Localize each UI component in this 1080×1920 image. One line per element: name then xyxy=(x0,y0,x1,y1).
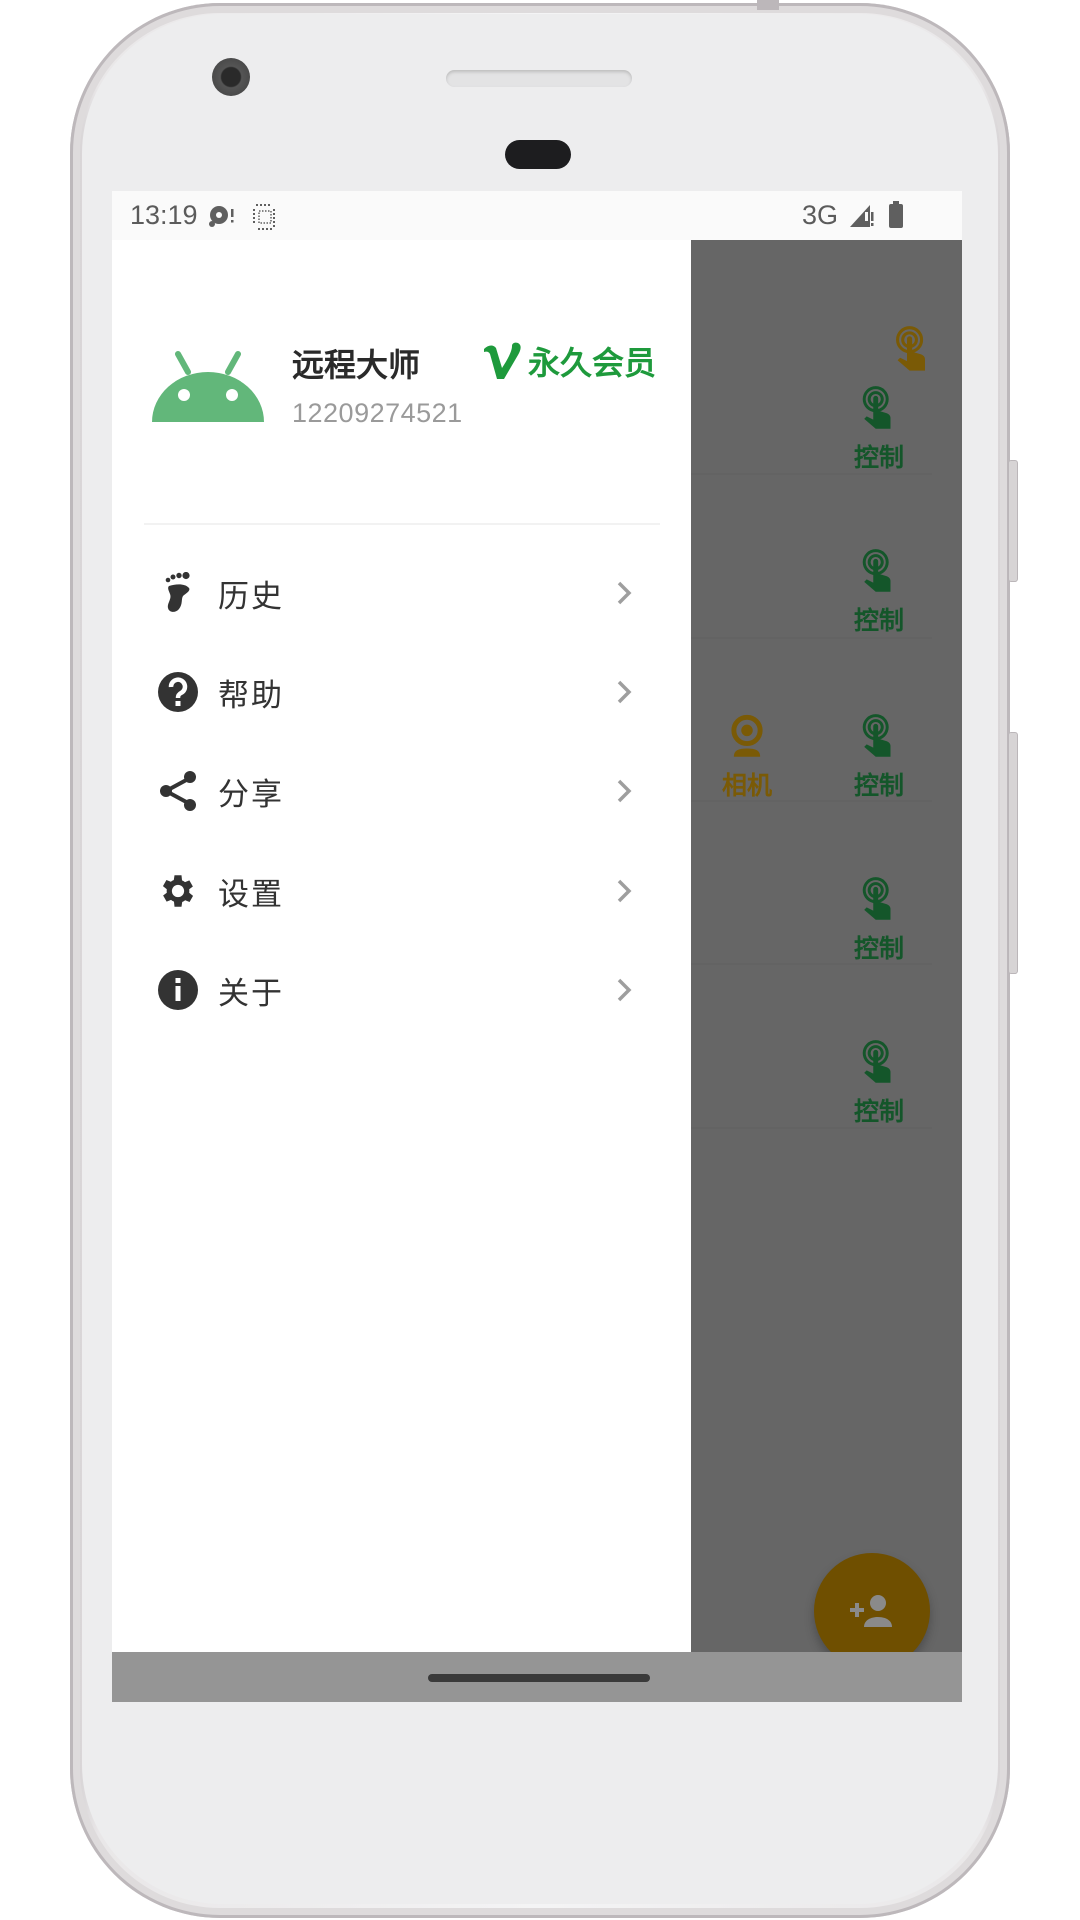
device-screen: 13:19 3G 控制 控制 相机 控制 控制 控制 远程大师 12209274… xyxy=(112,191,962,1702)
camera-label: 相机 xyxy=(721,771,772,800)
footprint-icon xyxy=(156,571,200,615)
navigation-drawer: 远程大师 12209274521 永久会员 历史 帮助 分享 设置 关于 xyxy=(112,240,691,1652)
touch-icon xyxy=(862,714,891,757)
menu-item-help[interactable]: 帮助 xyxy=(112,647,691,737)
chevron-right-icon xyxy=(612,975,636,1005)
control-label: 控制 xyxy=(853,934,904,963)
status-bar: 13:19 3G xyxy=(112,191,962,240)
control-button[interactable]: 控制 xyxy=(824,549,934,637)
menu-item-settings[interactable]: 设置 xyxy=(112,846,691,936)
phone-power-button xyxy=(1008,460,1018,582)
control-label: 控制 xyxy=(853,443,904,472)
menu-label: 设置 xyxy=(218,876,284,913)
phone-top-button xyxy=(757,0,779,10)
menu-label: 历史 xyxy=(218,578,284,615)
control-button[interactable]: 控制 xyxy=(824,386,934,474)
signal-icon xyxy=(848,202,876,232)
control-label: 控制 xyxy=(853,1097,904,1126)
share-icon xyxy=(156,769,200,813)
vip-badge[interactable]: 永久会员 xyxy=(482,338,656,384)
network-type: 3G xyxy=(802,200,839,230)
menu-label: 分享 xyxy=(218,776,284,813)
vip-v-icon xyxy=(484,342,521,379)
gesture-nav-bar xyxy=(112,1652,962,1702)
menu-label: 关于 xyxy=(218,975,284,1012)
user-id: 12209274521 xyxy=(292,398,463,428)
chevron-right-icon xyxy=(612,876,636,906)
control-button[interactable]: 控制 xyxy=(824,877,934,965)
home-gesture-handle[interactable] xyxy=(428,1674,650,1682)
chevron-right-icon xyxy=(612,776,636,806)
earpiece-speaker xyxy=(446,70,632,87)
menu-item-history[interactable]: 历史 xyxy=(112,548,691,638)
control-label: 控制 xyxy=(853,771,904,800)
phone-volume-button xyxy=(1008,732,1018,974)
proximity-sensor xyxy=(505,140,571,169)
touch-icon[interactable] xyxy=(892,326,934,378)
front-camera xyxy=(212,58,250,96)
info-icon xyxy=(156,968,200,1012)
header-divider xyxy=(144,523,660,525)
webcam-icon xyxy=(731,714,763,757)
chevron-right-icon xyxy=(612,578,636,608)
chevron-right-icon xyxy=(612,677,636,707)
user-name: 远程大师 xyxy=(292,346,421,384)
screenshot-icon xyxy=(252,203,278,235)
touch-icon xyxy=(862,386,891,429)
vip-label: 永久会员 xyxy=(528,344,657,382)
control-label: 控制 xyxy=(853,606,904,635)
touch-icon xyxy=(862,877,891,920)
control-button[interactable]: 控制 xyxy=(824,1040,934,1128)
status-time: 13:19 xyxy=(130,200,198,230)
menu-label: 帮助 xyxy=(218,677,284,714)
android-icon xyxy=(150,350,266,422)
control-button[interactable]: 控制 xyxy=(824,714,934,802)
menu-item-about[interactable]: 关于 xyxy=(112,945,691,1035)
camera-button[interactable]: 相机 xyxy=(692,714,802,802)
help-circle-icon xyxy=(156,670,200,714)
menu-item-share[interactable]: 分享 xyxy=(112,746,691,836)
touch-icon xyxy=(862,549,891,592)
touch-icon xyxy=(862,1040,891,1083)
add-person-icon xyxy=(850,1595,892,1627)
gear-icon xyxy=(156,869,200,913)
media-disc-icon xyxy=(207,203,237,233)
battery-icon xyxy=(888,201,904,233)
